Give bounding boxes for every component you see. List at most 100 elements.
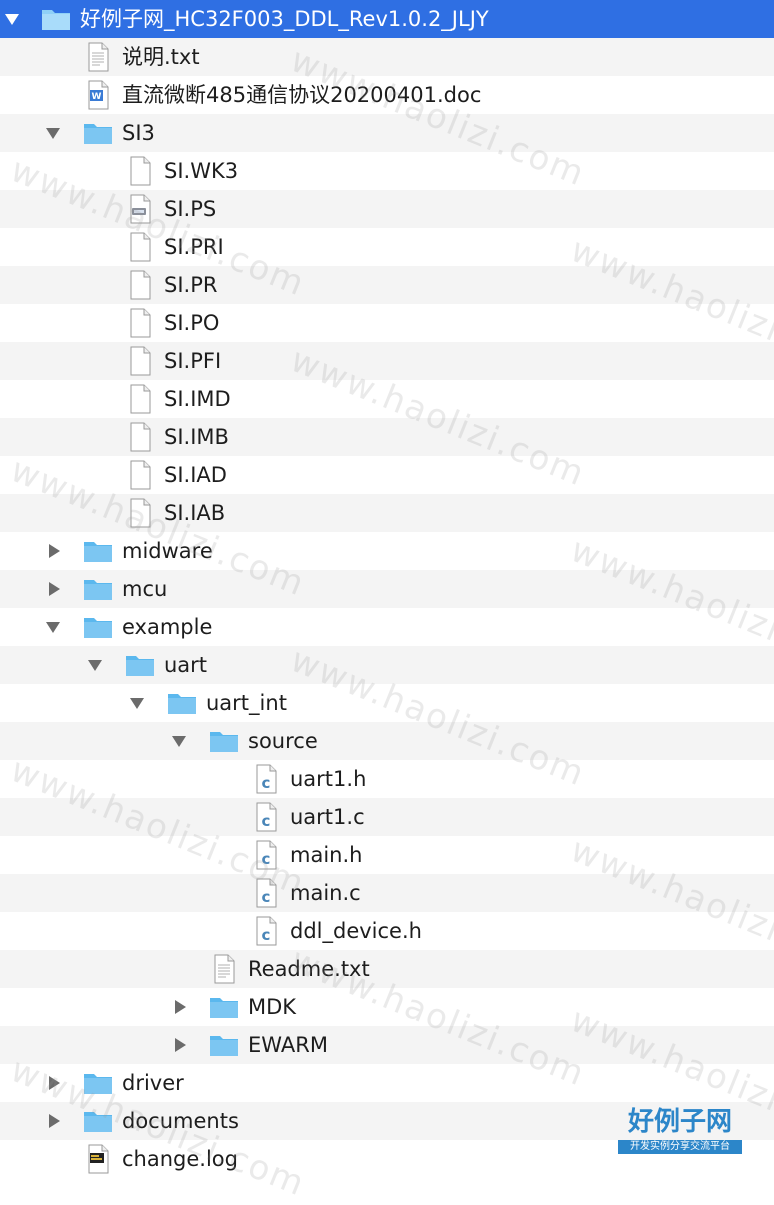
tree-item-label: change.log (122, 1147, 238, 1171)
tree-item-label: EWARM (248, 1033, 328, 1057)
document-icon (124, 307, 156, 339)
tree-item-label: SI.IMD (164, 387, 231, 411)
tree-folder-row[interactable]: source (0, 722, 774, 760)
tree-file-row[interactable]: SI.PO (0, 304, 774, 342)
svg-text:c: c (262, 926, 271, 944)
disclosure-expanded-icon[interactable] (3, 10, 21, 28)
tree-file-row[interactable]: SI.IMD (0, 380, 774, 418)
tree-item-label: SI.PS (164, 197, 217, 221)
folder-icon (208, 1029, 240, 1061)
tree-item-label: midware (122, 539, 213, 563)
document-icon (124, 383, 156, 415)
folder-icon (82, 611, 114, 643)
svg-text:c: c (262, 812, 271, 830)
document-icon (124, 231, 156, 263)
disclosure-expanded-icon[interactable] (170, 732, 188, 750)
tree-file-row[interactable]: c uart1.h (0, 760, 774, 798)
tree-item-label: source (248, 729, 318, 753)
tree-item-label: MDK (248, 995, 297, 1019)
tree-item-label: 说明.txt (122, 45, 200, 69)
tree-item-label: main.c (290, 881, 361, 905)
disclosure-expanded-icon[interactable] (44, 124, 62, 142)
disclosure-collapsed-icon[interactable] (44, 542, 62, 560)
disclosure-collapsed-icon[interactable] (170, 998, 188, 1016)
c-source-file-icon: c (250, 915, 282, 947)
c-source-file-icon: c (250, 763, 282, 795)
tree-item-label: SI3 (122, 121, 155, 145)
disclosure-expanded-icon[interactable] (44, 618, 62, 636)
tree-file-row[interactable]: SI.IMB (0, 418, 774, 456)
disclosure-expanded-icon[interactable] (128, 694, 146, 712)
tree-item-label: SI.PR (164, 273, 218, 297)
tree-folder-row[interactable]: mcu (0, 570, 774, 608)
tree-file-row[interactable]: SI.PRI (0, 228, 774, 266)
tree-folder-row[interactable]: midware (0, 532, 774, 570)
tree-file-row[interactable]: SI.IAB (0, 494, 774, 532)
tree-item-label: mcu (122, 577, 168, 601)
folder-icon (82, 1105, 114, 1137)
tree-file-row[interactable]: SI.PS (0, 190, 774, 228)
tree-item-label: documents (122, 1109, 239, 1133)
disclosure-collapsed-icon[interactable] (170, 1036, 188, 1054)
folder-icon (208, 725, 240, 757)
document-icon (124, 459, 156, 491)
tree-file-row[interactable]: SI.PR (0, 266, 774, 304)
tree-folder-row[interactable]: example (0, 608, 774, 646)
tree-folder-row[interactable]: SI3 (0, 114, 774, 152)
tree-file-row[interactable]: c main.h (0, 836, 774, 874)
tree-folder-row[interactable]: 好例子网_HC32F003_DDL_Rev1.0.2_JLJY (0, 0, 774, 38)
tree-item-label: ddl_device.h (290, 919, 422, 943)
c-source-file-icon: c (250, 801, 282, 833)
logo-title: 好例子网 (627, 1107, 732, 1137)
tree-file-row[interactable]: SI.PFI (0, 342, 774, 380)
tree-item-label: uart_int (206, 691, 287, 715)
folder-icon (82, 573, 114, 605)
disclosure-collapsed-icon[interactable] (44, 580, 62, 598)
tree-folder-row[interactable]: uart (0, 646, 774, 684)
tree-item-label: SI.IAD (164, 463, 227, 487)
tree-item-label: 好例子网_HC32F003_DDL_Rev1.0.2_JLJY (80, 7, 489, 31)
tree-folder-row[interactable]: MDK (0, 988, 774, 1026)
tree-file-row[interactable]: W 直流微断485通信协议20200401.doc (0, 76, 774, 114)
tree-item-label: example (122, 615, 213, 639)
document-icon (124, 345, 156, 377)
tree-item-label: uart1.c (290, 805, 365, 829)
folder-icon (124, 649, 156, 681)
tree-item-label: SI.IAB (164, 501, 226, 525)
folder-icon (82, 535, 114, 567)
tree-item-label: driver (122, 1071, 184, 1095)
tree-folder-row[interactable]: EWARM (0, 1026, 774, 1064)
document-icon (124, 497, 156, 529)
svg-text:c: c (262, 774, 271, 792)
tree-item-label: SI.WK3 (164, 159, 239, 183)
c-source-file-icon: c (250, 877, 282, 909)
tree-file-row[interactable]: Readme.txt (0, 950, 774, 988)
document-icon (124, 421, 156, 453)
text-file-icon (82, 41, 114, 73)
tree-item-label: uart (164, 653, 208, 677)
script-file-icon (124, 193, 156, 225)
tree-file-row[interactable]: 说明.txt (0, 38, 774, 76)
text-file-icon (208, 953, 240, 985)
tree-file-row[interactable]: c uart1.c (0, 798, 774, 836)
site-logo: 好例子网 开发实例分享交流平台 (614, 1106, 746, 1162)
svg-text:c: c (262, 850, 271, 868)
tree-item-label: 直流微断485通信协议20200401.doc (122, 83, 482, 107)
document-icon (124, 269, 156, 301)
disclosure-collapsed-icon[interactable] (44, 1112, 62, 1130)
tree-file-row[interactable]: SI.WK3 (0, 152, 774, 190)
disclosure-collapsed-icon[interactable] (44, 1074, 62, 1092)
tree-file-row[interactable]: c ddl_device.h (0, 912, 774, 950)
tree-folder-row[interactable]: driver (0, 1064, 774, 1102)
tree-item-label: SI.PRI (164, 235, 224, 259)
folder-icon (40, 3, 72, 35)
disclosure-expanded-icon[interactable] (86, 656, 104, 674)
tree-item-label: main.h (290, 843, 363, 867)
tree-file-row[interactable]: c main.c (0, 874, 774, 912)
svg-text:W: W (92, 92, 102, 102)
tree-folder-row[interactable]: uart_int (0, 684, 774, 722)
tree-file-row[interactable]: SI.IAD (0, 456, 774, 494)
folder-icon (208, 991, 240, 1023)
c-source-file-icon: c (250, 839, 282, 871)
tree-item-label: SI.PO (164, 311, 220, 335)
